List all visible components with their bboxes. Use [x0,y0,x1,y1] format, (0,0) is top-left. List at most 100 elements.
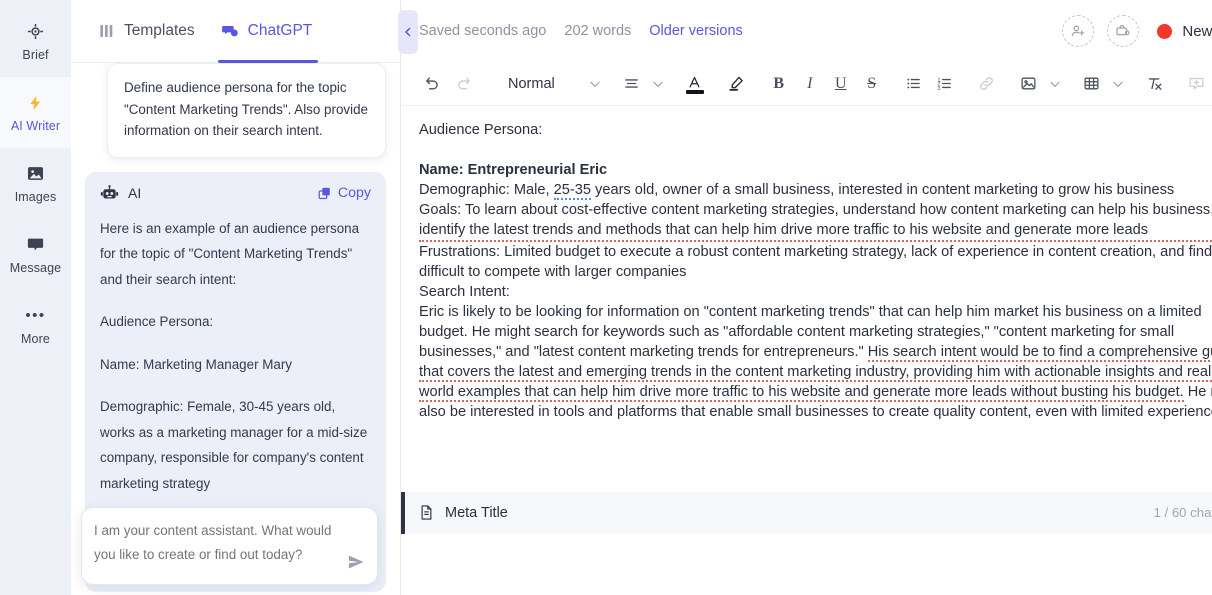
meta-title-field[interactable]: Meta Title 1 / 60 characters [401,491,1212,534]
sidebar-item-label: Brief [22,47,49,62]
highlighter-icon [728,75,745,92]
link-button[interactable] [972,69,1002,99]
older-versions-link[interactable]: Older versions [649,23,742,39]
invite-user-button[interactable] [1062,15,1095,47]
left-rail: Brief AI Writer Images Message ••• More [0,0,71,595]
ai-paragraph: Name: Marketing Manager Mary [100,356,292,372]
chat-input[interactable] [94,519,337,567]
link-icon [978,75,995,92]
bold-icon: B [773,74,785,92]
robot-icon [100,184,119,202]
sidebar-item-images[interactable]: Images [0,148,71,219]
editor-footer-space [401,533,1212,595]
ai-message-header: AI Copy [100,184,371,202]
ellipsis-icon: ••• [25,306,46,324]
ai-paragraph: Demographic: Female, 30-45 years old, wo… [100,399,368,491]
numbered-list-button[interactable]: 123 [930,69,960,99]
underline-icon: U [834,74,847,92]
paragraph-style-chevron-down-icon[interactable] [585,69,605,99]
sidebar-item-label: More [21,331,50,346]
doc-demographic-pre: Demographic: Male, [419,182,554,198]
grid-icon [99,23,115,39]
italic-button[interactable]: I [795,69,825,99]
chat-panel: Templates ChatGPT Define audience person… [71,0,401,595]
table-chevron-down-icon[interactable] [1108,69,1128,99]
insert-image-button[interactable] [1014,69,1044,99]
table-icon [1083,75,1100,92]
saved-status: Saved seconds ago [419,23,547,39]
sidebar-item-label: Message [9,260,62,275]
bullet-list-icon [905,75,922,92]
tab-label: ChatGPT [247,22,313,39]
bullet-list-button[interactable] [899,69,929,99]
ai-author: AI [100,184,142,202]
word-count: 202 words [564,23,632,39]
record-dot-icon [1157,23,1173,39]
underline-button[interactable]: U [826,69,856,99]
doc-demographic: Demographic: Male, 25-35 years old, owne… [419,180,1212,200]
align-chevron-down-icon[interactable] [648,69,668,99]
ai-label: AI [128,185,142,201]
new-item-button[interactable]: New Item [1157,23,1212,40]
chevron-left-icon [402,26,414,38]
highlighter-button[interactable] [722,69,752,99]
doc-frustrations: Frustrations: Limited budget to execute … [419,244,1212,280]
user-message: Define audience persona for the topic "C… [107,63,386,158]
strikethrough-button[interactable]: S [857,69,887,99]
ai-paragraph: Audience Persona: [100,314,214,329]
tab-label: Templates [124,22,195,39]
doc-spacer [419,140,1212,160]
sidebar-item-label: AI Writer [10,118,61,133]
insert-table-button[interactable] [1077,69,1107,99]
text-color-icon [687,76,702,90]
image-icon [1020,75,1037,92]
bold-button[interactable]: B [764,69,794,99]
collapse-panel-button[interactable] [398,10,418,54]
doc-goals: Goals: To learn about cost-effective con… [419,200,1212,242]
comment-icon [1188,75,1205,92]
copy-button[interactable]: Copy [317,185,371,201]
sidebar-item-more[interactable]: ••• More [0,290,71,361]
document-editor[interactable]: Audience Persona: Name: Entrepreneurial … [401,106,1212,484]
ai-paragraph: Here is an example of an audience person… [100,220,360,287]
svg-text:3: 3 [938,86,941,92]
undo-button[interactable] [417,69,447,99]
doc-search-intent: Eric is likely to be looking for informa… [419,302,1212,422]
copy-icon [317,186,332,201]
chat-tabs: Templates ChatGPT [71,0,400,63]
tab-chatgpt[interactable]: ChatGPT [217,0,318,63]
image-chevron-down-icon[interactable] [1045,69,1065,99]
target-icon [26,22,45,42]
sidebar-item-message[interactable]: Message [0,219,71,290]
doc-demographic-post: years old, owner of a small business, in… [590,182,1175,198]
app-root: Brief AI Writer Images Message ••• More [0,0,1212,595]
message-icon [26,235,45,255]
meta-title-left: Meta Title [419,504,508,521]
chat-composer[interactable] [81,507,378,585]
sidebar-item-ai-writer[interactable]: AI Writer [0,77,71,148]
paragraph-style-select[interactable]: Normal [500,69,563,99]
copy-label: Copy [337,185,371,201]
redo-button[interactable] [448,69,478,99]
add-brief-button[interactable] [1107,15,1140,47]
italic-icon: I [807,74,813,92]
document-meta: Saved seconds ago 202 words Older versio… [419,23,743,39]
doc-demographic-age: 25-35 [553,182,591,200]
editor-header: Saved seconds ago 202 words Older versio… [401,0,1212,62]
new-item-label: New Item [1182,22,1212,40]
lightning-icon [27,93,44,113]
formatting-toolbar: Normal B I U S 1 2 3 [401,62,1212,106]
ai-message-body: Here is an example of an audience person… [100,216,371,539]
sidebar-item-brief[interactable]: Brief [0,6,71,77]
clear-format-button[interactable] [1140,69,1170,99]
comment-button[interactable] [1182,69,1212,99]
align-button[interactable] [617,69,647,99]
send-icon[interactable] [347,553,365,571]
text-color-button[interactable] [680,69,710,99]
meta-title-counter: 1 / 60 characters [1153,505,1212,520]
tab-templates[interactable]: Templates [99,0,195,63]
image-icon [26,164,45,184]
meta-title-label: Meta Title [445,504,508,521]
document-icon [419,504,434,521]
strikethrough-icon: S [867,74,877,92]
